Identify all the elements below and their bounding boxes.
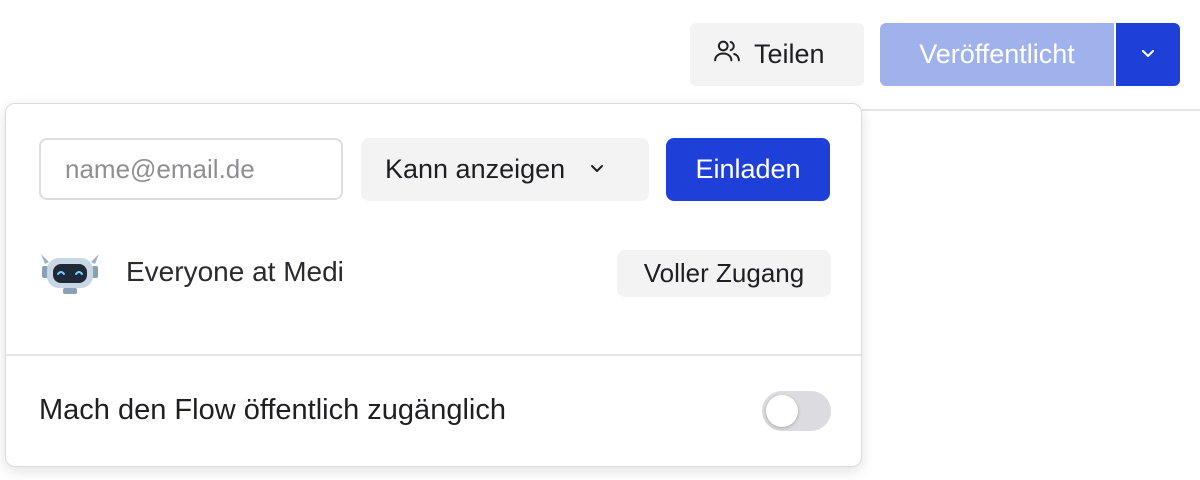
member-access-dropdown[interactable]: Voller Zugang — [617, 250, 831, 297]
toggle-knob — [766, 395, 798, 427]
published-button[interactable]: Veröffentlicht — [880, 23, 1114, 86]
email-input[interactable] — [39, 138, 343, 200]
chevron-down-icon — [1138, 43, 1158, 66]
share-panel: Kann anzeigen Einladen Everyone at Medi … — [5, 103, 862, 467]
publish-dropdown-button[interactable] — [1116, 23, 1180, 86]
section-divider — [6, 354, 861, 356]
users-icon — [712, 36, 742, 73]
public-toggle-label: Mach den Flow öffentlich zugänglich — [39, 394, 506, 426]
chevron-down-icon — [587, 154, 607, 185]
header-divider — [862, 109, 1200, 111]
permission-dropdown[interactable]: Kann anzeigen — [361, 138, 649, 201]
member-name: Everyone at Medi — [126, 256, 344, 287]
public-access-toggle[interactable] — [762, 391, 831, 431]
invite-button[interactable]: Einladen — [666, 138, 830, 201]
permission-label: Kann anzeigen — [385, 154, 566, 184]
share-button-label: Teilen — [754, 39, 825, 69]
robot-avatar — [39, 250, 101, 296]
share-button[interactable]: Teilen — [690, 23, 864, 86]
